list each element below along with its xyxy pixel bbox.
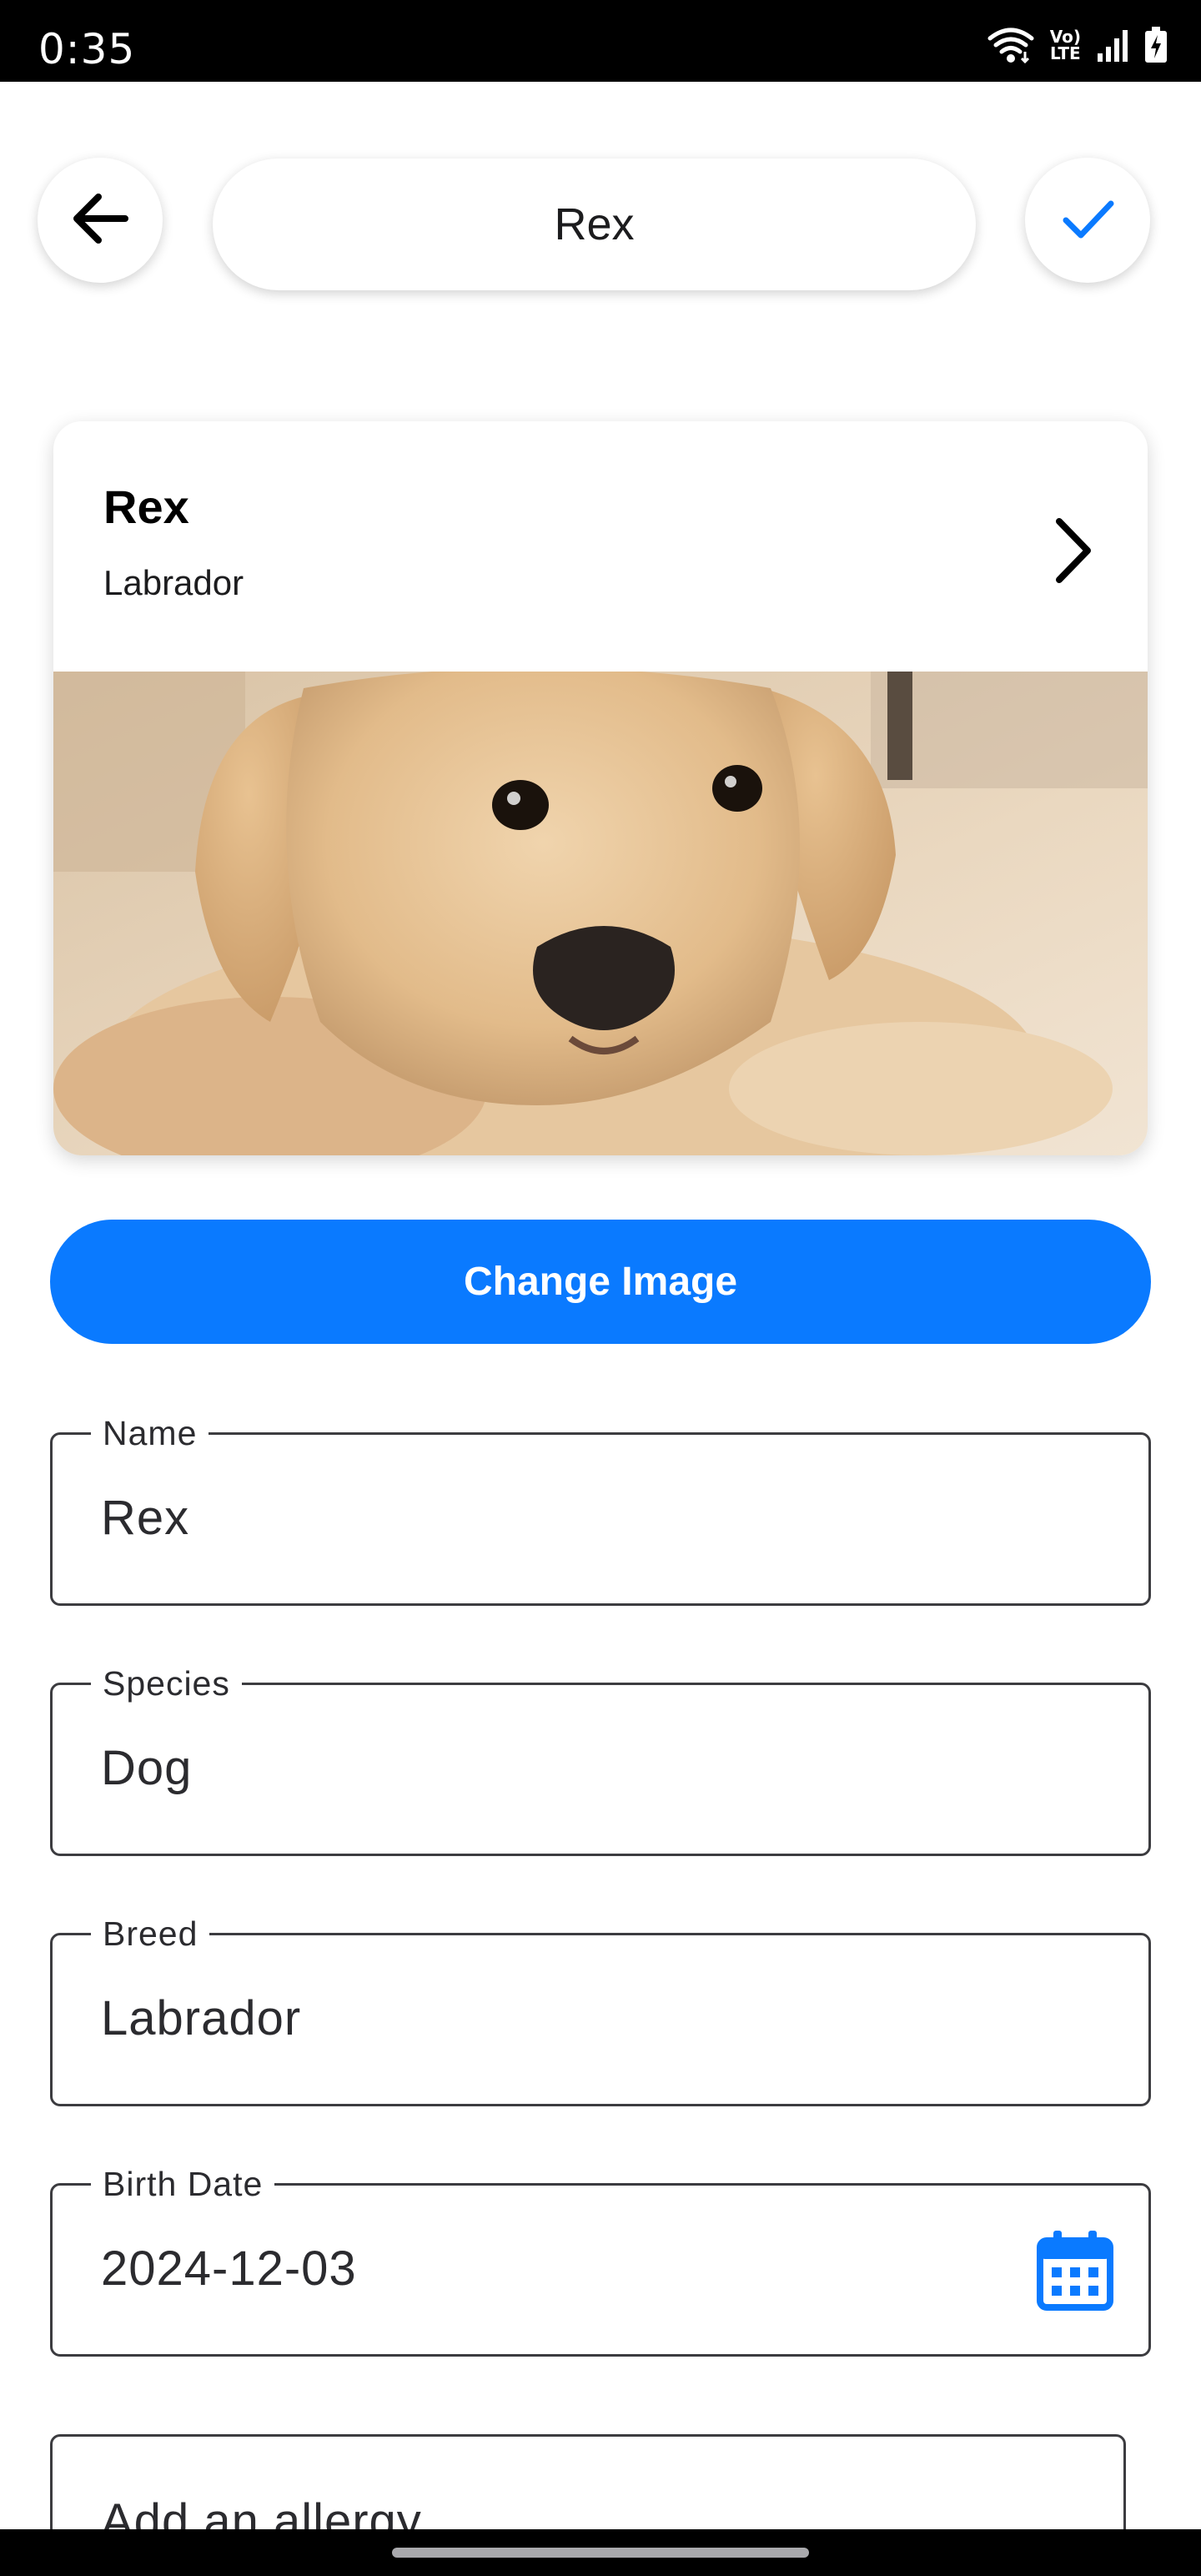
check-icon: [1054, 185, 1121, 256]
pet-photo: [53, 672, 1148, 1155]
breed-field-label: Breed: [91, 1914, 210, 1954]
chevron-right-icon[interactable]: [1048, 513, 1098, 592]
status-icons: Vo) LTE: [987, 27, 1168, 63]
name-field-value: Rex: [101, 1491, 190, 1545]
pet-card[interactable]: Rex Labrador: [53, 421, 1148, 1155]
species-field-label: Species: [91, 1663, 242, 1703]
title-pill: Rex: [213, 158, 976, 290]
birth-date-field-label: Birth Date: [91, 2164, 275, 2204]
arrow-left-icon: [65, 184, 135, 258]
species-field-value: Dog: [101, 1741, 193, 1795]
home-gesture-handle[interactable]: [392, 2548, 809, 2558]
name-field[interactable]: Name Rex: [50, 1413, 1151, 1606]
breed-field[interactable]: Breed Labrador: [50, 1914, 1151, 2106]
back-button[interactable]: [38, 158, 163, 283]
page-title: Rex: [554, 199, 635, 249]
status-bar: 0:35 Vo) LTE: [0, 0, 1201, 82]
volte-top-label: Vo): [1049, 27, 1081, 47]
calendar-icon[interactable]: [1035, 2229, 1115, 2317]
birth-date-field-value: 2024-12-03: [101, 2241, 357, 2296]
wifi-icon: [987, 27, 1035, 63]
battery-charging-icon: [1144, 27, 1168, 63]
species-field[interactable]: Species Dog: [50, 1663, 1151, 1856]
pet-card-name: Rex: [103, 480, 189, 533]
pet-card-breed: Labrador: [103, 563, 244, 602]
name-field-label: Name: [91, 1413, 209, 1453]
volte-icon: Vo) LTE: [1050, 28, 1081, 62]
birth-date-field[interactable]: Birth Date 2024-12-03: [50, 2164, 1151, 2357]
breed-field-value: Labrador: [101, 1991, 302, 2045]
volte-bottom-label: LTE: [1049, 43, 1081, 63]
signal-icon: [1096, 28, 1129, 62]
confirm-button[interactable]: [1025, 158, 1150, 283]
status-time: 0:35: [38, 25, 136, 73]
navigation-bar: [0, 2529, 1201, 2576]
change-image-button[interactable]: Change Image: [50, 1220, 1151, 1344]
pet-card-header[interactable]: Rex Labrador: [53, 421, 1148, 672]
